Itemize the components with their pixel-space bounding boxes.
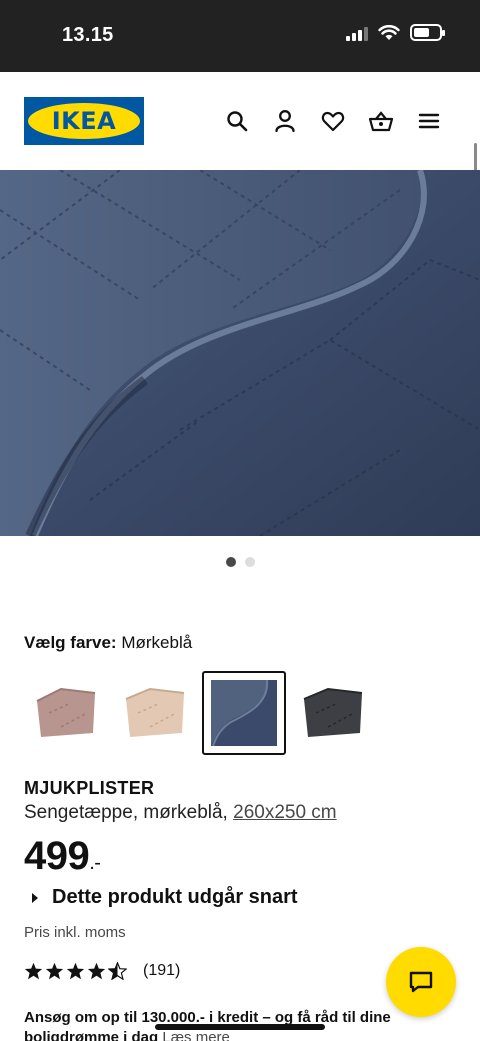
status-icons	[346, 24, 445, 41]
credit-read-more-link[interactable]: Læs mere	[162, 1029, 230, 1041]
header-actions	[224, 108, 442, 134]
rating[interactable]: (191)	[24, 962, 180, 980]
basket-icon[interactable]	[368, 108, 394, 134]
ikea-logo[interactable]: IKEA	[24, 97, 144, 145]
status-time: 13.15	[62, 24, 114, 46]
star-icon	[87, 962, 106, 980]
chat-button[interactable]	[386, 947, 456, 1017]
product-name: MJUKPLISTER	[24, 778, 155, 798]
swatch-dark-blue[interactable]	[202, 671, 286, 755]
color-selected-value: Mørkeblå	[121, 633, 193, 652]
swatch-dark-grey[interactable]	[291, 671, 375, 755]
logo-text: IKEA	[51, 107, 117, 135]
discontinued-notice[interactable]: Dette produkt udgår snart	[30, 886, 298, 909]
product-image[interactable]	[0, 170, 480, 536]
product-size-link[interactable]: 260x250 cm	[233, 802, 337, 823]
product-description: Sengetæppe, mørkeblå, 260x250 cm	[24, 802, 337, 824]
carousel-dots	[0, 557, 480, 567]
site-header: IKEA	[0, 72, 480, 170]
chat-icon	[409, 971, 433, 993]
status-bar: 13.15	[0, 0, 480, 72]
discontinued-notice-text: Dette produkt udgår snart	[52, 886, 298, 908]
account-icon[interactable]	[272, 108, 298, 134]
rating-count: (191)	[143, 962, 181, 979]
product-price: 499 .-	[24, 834, 101, 879]
color-label: Vælg farve: Mørkeblå	[24, 633, 192, 653]
battery-icon	[410, 24, 445, 41]
caret-right-icon	[32, 892, 38, 903]
search-icon[interactable]	[224, 108, 250, 134]
home-indicator[interactable]	[155, 1024, 325, 1030]
menu-icon[interactable]	[416, 108, 442, 134]
color-label-title: Vælg farve:	[24, 633, 117, 652]
swatch-pink[interactable]	[24, 671, 108, 755]
star-icon	[66, 962, 85, 980]
star-half-icon	[108, 962, 127, 980]
color-swatches	[24, 671, 375, 755]
price-value: 499	[24, 834, 90, 878]
heart-icon[interactable]	[320, 108, 346, 134]
carousel-dot-2[interactable]	[244, 557, 255, 567]
star-icon	[45, 962, 64, 980]
price-suffix: .-	[89, 852, 101, 874]
wifi-icon	[378, 24, 400, 40]
star-icon	[24, 962, 43, 980]
vat-note: Pris inkl. moms	[24, 924, 126, 941]
signal-icon	[346, 25, 368, 41]
carousel-dot-1[interactable]	[225, 557, 236, 567]
product-description-text: Sengetæppe, mørkeblå,	[24, 802, 228, 823]
swatch-beige[interactable]	[113, 671, 197, 755]
